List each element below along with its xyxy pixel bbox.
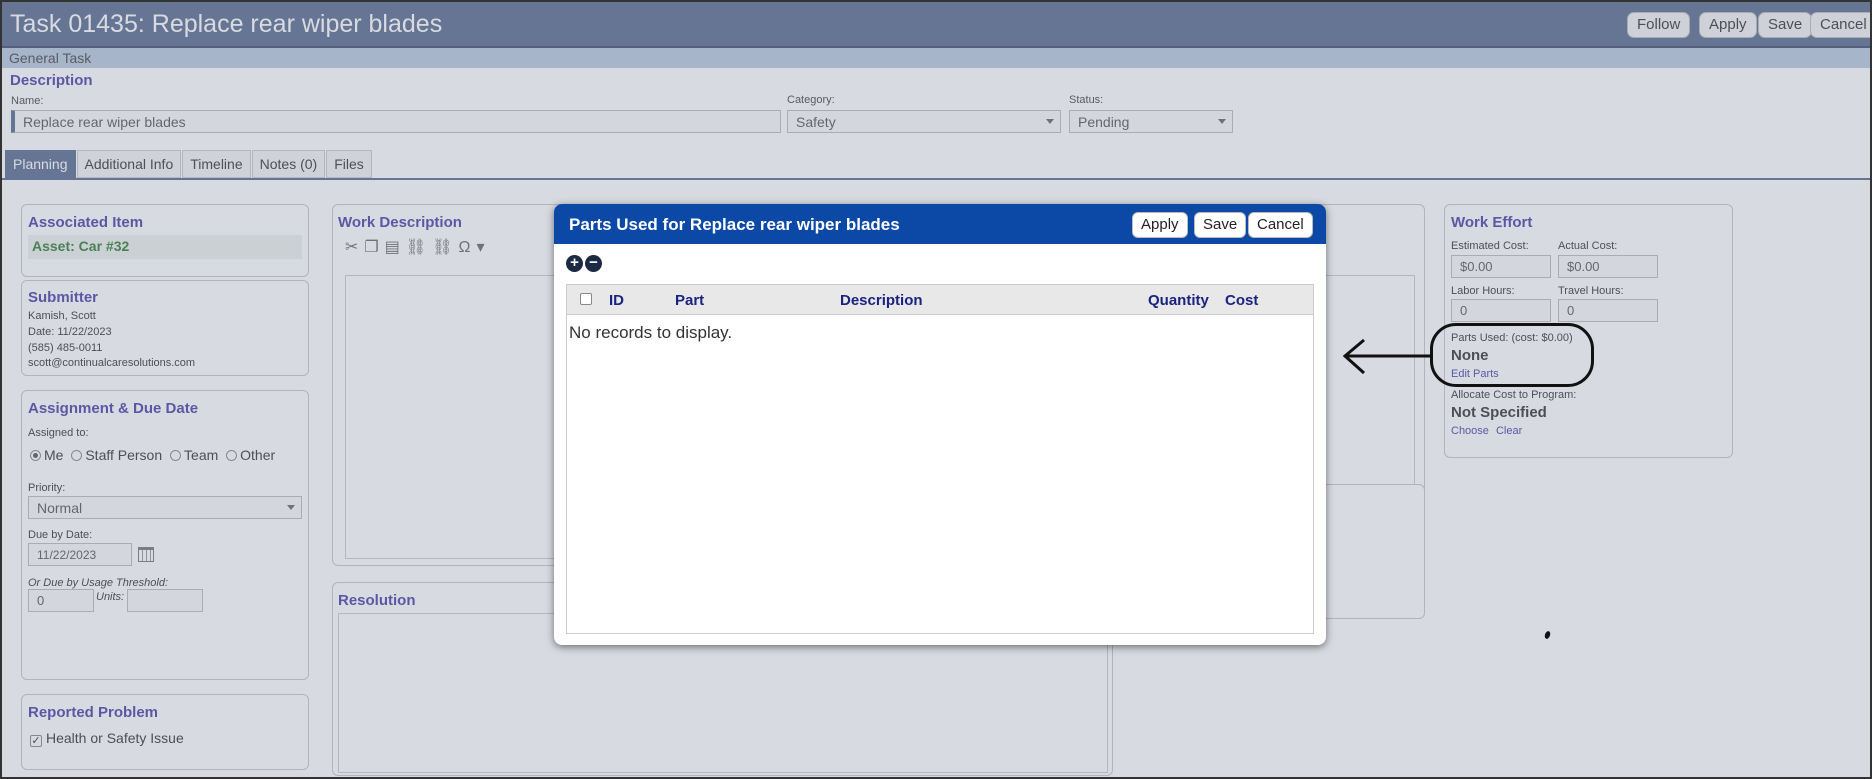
parts-used-dialog: Parts Used for Replace rear wiper blades…: [554, 204, 1326, 645]
dialog-save-button[interactable]: Save: [1194, 212, 1247, 238]
select-all-checkbox[interactable]: [580, 293, 592, 305]
remove-icon[interactable]: −: [585, 255, 602, 272]
column-quantity[interactable]: Quantity: [1148, 292, 1209, 309]
page: Task 01435: Replace rear wiper blades Fo…: [0, 0, 1872, 779]
dialog-cancel-button[interactable]: Cancel: [1248, 212, 1313, 238]
dialog-apply-button[interactable]: Apply: [1132, 212, 1188, 238]
column-id[interactable]: ID: [609, 292, 624, 309]
empty-message: No records to display.: [569, 323, 733, 342]
parts-grid: ID Part Description Quantity Cost No rec…: [566, 284, 1314, 634]
annotation-ellipse: [1430, 323, 1594, 387]
column-cost[interactable]: Cost: [1225, 292, 1258, 309]
add-icon[interactable]: +: [566, 255, 583, 272]
dialog-header: Parts Used for Replace rear wiper blades…: [554, 204, 1326, 244]
dialog-title: Parts Used for Replace rear wiper blades: [569, 215, 900, 234]
grid-header: ID Part Description Quantity Cost: [567, 285, 1313, 315]
column-description[interactable]: Description: [840, 292, 923, 309]
column-part[interactable]: Part: [675, 292, 704, 309]
annotation-arrow-icon: [1342, 338, 1432, 375]
